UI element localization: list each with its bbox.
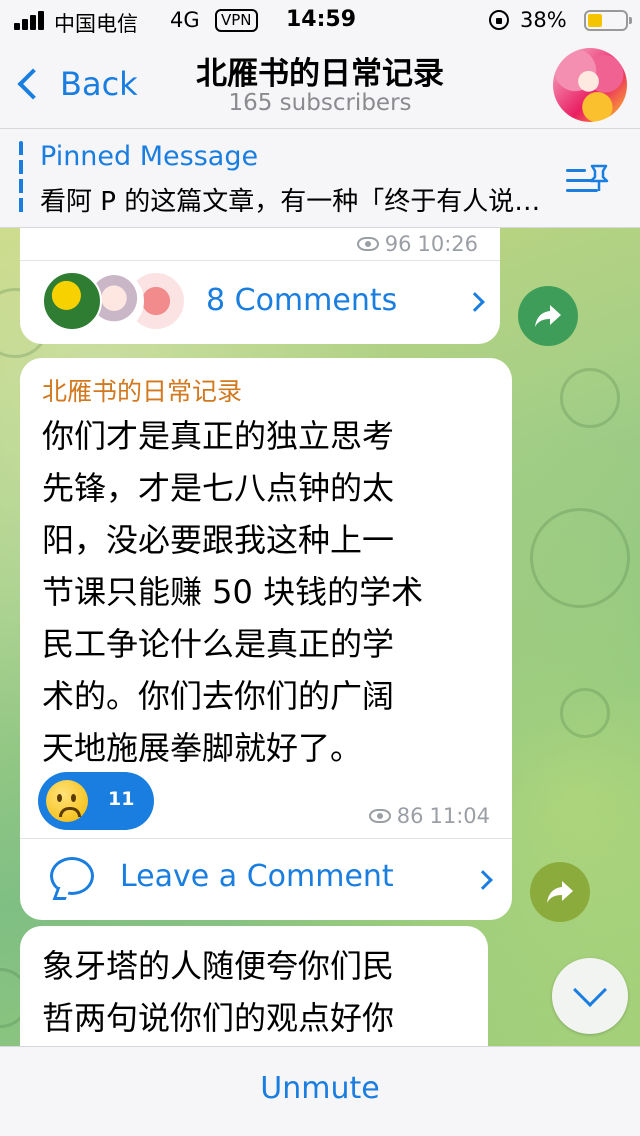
pinned-list-icon[interactable] [566, 163, 612, 197]
leave-comment-row[interactable]: Leave a Comment [20, 838, 512, 920]
message-line: 先锋，才是七八点钟的太 [42, 469, 395, 507]
commenter-avatar [42, 271, 102, 331]
message-line: 象牙塔的人随便夸你们民 [42, 947, 395, 985]
reaction-button[interactable]: 11 [38, 772, 154, 830]
message-line: 民工争论什么是真正的学 [42, 625, 395, 663]
channel-title[interactable]: 北雁书的日常记录 [0, 48, 640, 93]
pinned-indicator [19, 141, 23, 215]
status-bar: 中国电信 4G VPN 14:59 38% [0, 0, 640, 40]
chat-area[interactable]: 96 10:26 8 Comments 北雁书的日常记录 你们才是真正的独立思考… [0, 228, 640, 1046]
message-bubble[interactable]: 96 10:26 8 Comments [20, 228, 500, 344]
message-text: 你们才是真正的独立思考 先锋，才是七八点钟的太 阳，没必要跟我这种上一 节课只能… [42, 410, 502, 774]
reaction-count: 11 [108, 788, 135, 810]
message-time: 10:26 [417, 232, 478, 256]
message-bubble[interactable]: 北雁书的日常记录 你们才是真正的独立思考 先锋，才是七八点钟的太 阳，没必要跟我… [20, 358, 512, 920]
view-count: 96 [384, 232, 412, 256]
pinned-text: 看阿 P 的这篇文章，有一种「终于有人说出来了」的感觉 [40, 187, 555, 217]
comments-label: 8 Comments [206, 283, 398, 318]
message-line: 节课只能赚 50 块钱的学术 [42, 573, 424, 611]
chevron-right-icon [473, 870, 493, 890]
orientation-lock-icon [489, 10, 509, 30]
navigation-bar: Back 北雁书的日常记录 165 subscribers [0, 40, 640, 128]
wallpaper-doodle [560, 688, 610, 738]
share-button[interactable] [530, 862, 590, 922]
signal-strength-icon [14, 10, 48, 30]
message-line: 哲两句说你们的观点好你 [42, 999, 395, 1037]
wallpaper-doodle [560, 368, 620, 428]
views-eye-icon [356, 237, 379, 251]
message-line: 阳，没必要跟我这种上一 [42, 521, 395, 559]
message-bubble[interactable]: 象牙塔的人随便夸你们民 哲两句说你们的观点好你 [20, 926, 488, 1046]
view-count: 86 [396, 804, 424, 828]
pinned-title: Pinned Message [40, 141, 259, 172]
crying-face-icon [46, 780, 88, 822]
subscriber-count: 165 subscribers [228, 90, 412, 116]
battery-percentage: 38% [520, 8, 567, 32]
sender-name: 北雁书的日常记录 [42, 377, 243, 406]
clock: 14:59 [286, 7, 357, 32]
share-button[interactable] [518, 286, 578, 346]
message-line: 你们才是真正的独立思考 [42, 417, 395, 455]
carrier-name: 中国电信 [54, 12, 138, 36]
message-text: 象牙塔的人随便夸你们民 哲两句说你们的观点好你 [42, 940, 482, 1044]
chevron-right-icon [465, 292, 485, 312]
leave-comment-label: Leave a Comment [120, 859, 394, 894]
views-eye-icon [368, 809, 391, 823]
message-meta: 96 10:26 [356, 232, 478, 256]
chevron-down-icon [573, 973, 607, 1007]
message-line: 术的。你们去你们的广阔 [42, 677, 395, 715]
comments-row[interactable]: 8 Comments [20, 260, 500, 344]
channel-avatar[interactable] [553, 48, 627, 122]
pinned-message-bar[interactable]: Pinned Message 看阿 P 的这篇文章，有一种「终于有人说出来了」的… [0, 128, 640, 228]
message-line: 天地施展拳脚就好了。 [42, 729, 363, 767]
message-meta: 86 11:04 [368, 804, 490, 828]
share-arrow-icon [547, 881, 573, 903]
wallpaper-doodle [530, 508, 630, 608]
share-arrow-icon [535, 305, 561, 327]
unmute-button[interactable]: Unmute [0, 1071, 640, 1106]
battery-icon [584, 10, 632, 31]
message-time: 11:04 [429, 804, 490, 828]
network-type: 4G [170, 8, 200, 32]
vpn-badge: VPN [215, 9, 258, 32]
comment-bubble-icon [50, 857, 94, 895]
bottom-bar: Unmute [0, 1046, 640, 1136]
scroll-to-bottom-button[interactable] [552, 958, 628, 1034]
